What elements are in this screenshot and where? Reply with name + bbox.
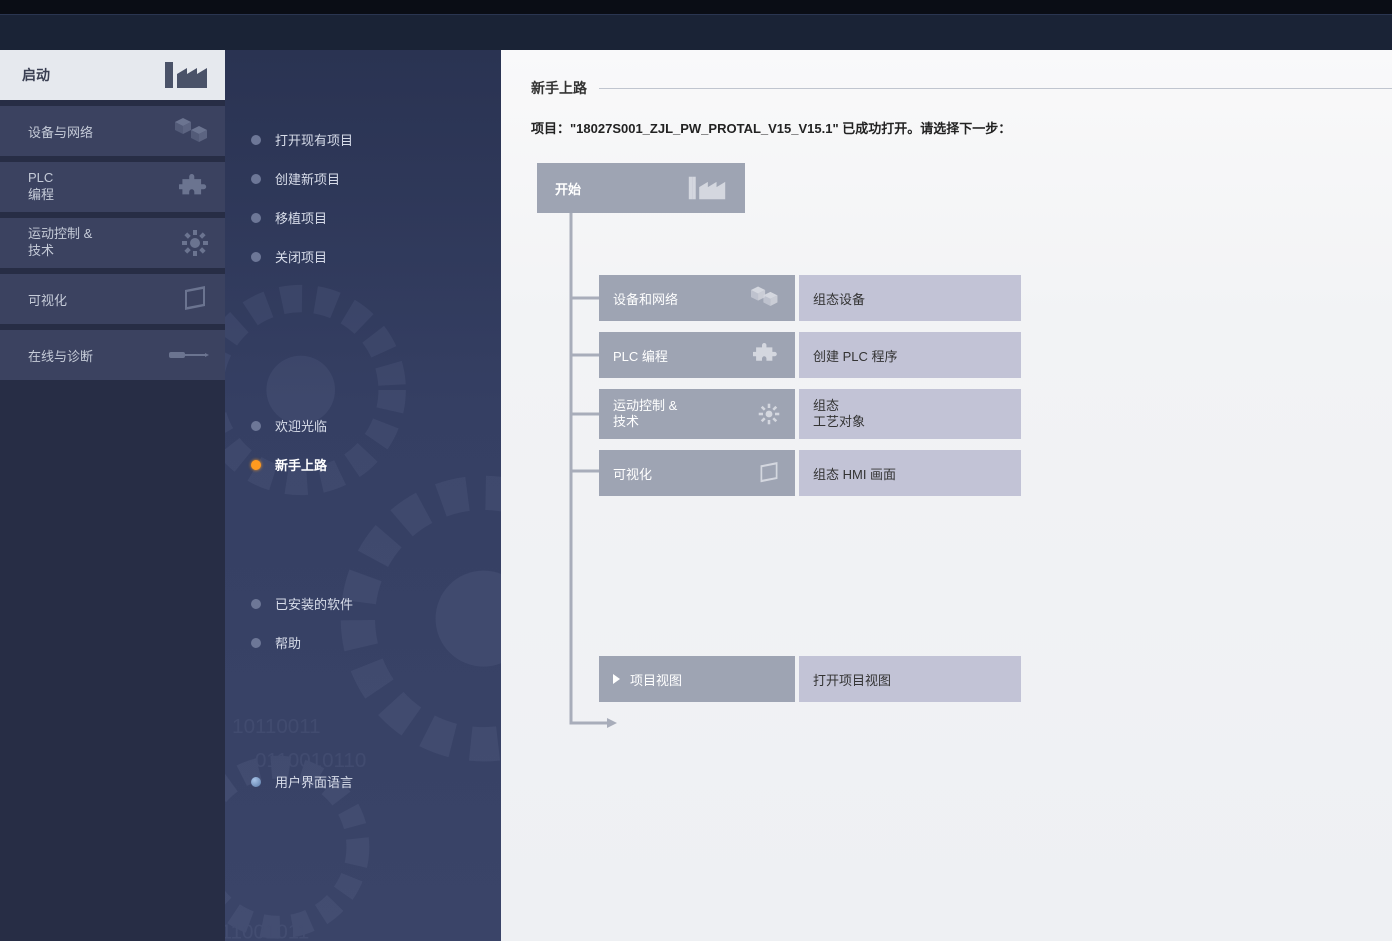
bullet-icon: [251, 638, 261, 648]
step-label: PLC 编程: [613, 346, 668, 365]
step-card-devices[interactable]: 设备和网络: [599, 275, 795, 321]
menu-label: 帮助: [275, 633, 301, 652]
sidebar-item-online[interactable]: 在线与诊断: [0, 330, 225, 380]
step-desc-visualization[interactable]: 组态 HMI 画面: [799, 450, 1021, 496]
step-card-plc[interactable]: PLC 编程: [599, 332, 795, 378]
step-label-b: 技术: [613, 414, 639, 430]
menu-close-project[interactable]: 关闭项目: [225, 237, 501, 276]
step-label: 可视化: [613, 464, 652, 483]
flow-start-label: 开始: [555, 179, 581, 198]
bullet-icon: [251, 213, 261, 223]
bullet-icon: [251, 135, 261, 145]
sidebar-item-label: 可视化: [28, 290, 67, 309]
flow-step-visualization: 可视化 组态 HMI 画面: [599, 450, 1392, 496]
step-card-visualization[interactable]: 可视化: [599, 450, 795, 496]
step-desc-motion[interactable]: 组态 工艺对象: [799, 389, 1021, 439]
sidebar-item-label: 在线与诊断: [28, 346, 93, 365]
sidebar-item-start[interactable]: 启动: [0, 50, 225, 100]
step-desc-label-a: 组态: [813, 398, 839, 414]
svg-text:11001011: 11001011: [225, 921, 309, 941]
flow-step-motion: 运动控制 & 技术 组态 工艺对象: [599, 389, 1392, 439]
sidebar-item-plc[interactable]: PLC 编程: [0, 162, 225, 212]
sidebar-item-visualization[interactable]: 可视化: [0, 274, 225, 324]
screen-icon: [181, 286, 209, 312]
cubes-icon: [751, 286, 781, 310]
bullet-icon: [251, 174, 261, 184]
bullet-icon: [251, 421, 261, 431]
bullet-active-icon: [251, 460, 261, 470]
menu-label: 关闭项目: [275, 247, 327, 266]
content-area: 新手上路 项目："18027S001_ZJL_PW_PROTAL_V15_V15…: [501, 50, 1392, 941]
divider: [599, 88, 1392, 89]
bullet-icon: [251, 599, 261, 609]
flow-step-project-view: 项目视图 打开项目视图: [599, 656, 1392, 702]
page-title: 新手上路: [531, 78, 1392, 98]
menu-new-project[interactable]: 创建新项目: [225, 159, 501, 198]
flow-start-card[interactable]: 开始: [537, 163, 745, 213]
sidebar-primary: 启动 设备与网络 PLC 编程 运动控制 & 技术 可视: [0, 50, 225, 941]
step-card-motion[interactable]: 运动控制 & 技术: [599, 389, 795, 439]
step-card-project-view[interactable]: 项目视图: [599, 656, 795, 702]
window-titlebar: [0, 0, 1392, 15]
step-label: 项目视图: [630, 670, 682, 689]
step-desc-project-view[interactable]: 打开项目视图: [799, 656, 1021, 702]
sidebar-item-motion[interactable]: 运动控制 & 技术: [0, 218, 225, 268]
factory-icon: [687, 175, 727, 201]
menu-installed-software[interactable]: 已安装的软件: [225, 584, 501, 623]
step-desc-plc[interactable]: 创建 PLC 程序: [799, 332, 1021, 378]
menu-label: 创建新项目: [275, 169, 340, 188]
menu-ui-language[interactable]: 用户界面语言: [225, 762, 501, 801]
step-label-a: 运动控制 &: [613, 398, 677, 414]
menu-welcome[interactable]: 欢迎光临: [225, 406, 501, 445]
step-desc-label: 打开项目视图: [813, 670, 891, 689]
puzzle-icon: [753, 343, 781, 367]
screwdriver-icon: [169, 345, 209, 365]
step-desc-label: 组态设备: [813, 289, 865, 308]
sidebar-item-label-b: 编程: [28, 187, 54, 204]
sidebar-item-label-b: 技术: [28, 243, 54, 260]
gear-icon: [757, 402, 781, 426]
sidebar-secondary: 10110011011001011011001011 打开现有项目 创建新项目 …: [225, 50, 501, 941]
menu-label: 用户界面语言: [275, 772, 353, 791]
step-desc-label: 创建 PLC 程序: [813, 346, 898, 365]
menu-label: 移植项目: [275, 208, 327, 227]
step-desc-devices[interactable]: 组态设备: [799, 275, 1021, 321]
first-steps-flow: 开始: [537, 163, 1392, 702]
menu-label: 欢迎光临: [275, 416, 327, 435]
menu-label: 已安装的软件: [275, 594, 353, 613]
menu-label: 新手上路: [275, 455, 327, 474]
step-desc-label-b: 工艺对象: [813, 414, 865, 430]
gear-icon: [181, 229, 209, 257]
sidebar-item-label: 启动: [22, 65, 50, 85]
menu-migrate-project[interactable]: 移植项目: [225, 198, 501, 237]
sidebar-item-label: 设备与网络: [28, 122, 93, 141]
cubes-icon: [175, 118, 209, 144]
sidebar-item-devices[interactable]: 设备与网络: [0, 106, 225, 156]
play-icon: [613, 674, 620, 684]
flow-step-plc: PLC 编程 创建 PLC 程序: [599, 332, 1392, 378]
sidebar-item-label-a: PLC: [28, 170, 53, 187]
globe-icon: [251, 777, 261, 787]
step-desc-label: 组态 HMI 画面: [813, 464, 896, 483]
screen-icon: [757, 462, 781, 484]
menu-open-project[interactable]: 打开现有项目: [225, 120, 501, 159]
sidebar-item-label-a: 运动控制 &: [28, 226, 92, 243]
menu-help[interactable]: 帮助: [225, 623, 501, 662]
project-status-message: 项目："18027S001_ZJL_PW_PROTAL_V15_V15.1" 已…: [531, 118, 1392, 137]
puzzle-icon: [179, 174, 209, 200]
bullet-icon: [251, 252, 261, 262]
menu-label: 打开现有项目: [275, 130, 353, 149]
factory-icon: [163, 60, 209, 90]
menu-first-steps[interactable]: 新手上路: [225, 445, 501, 484]
flow-step-devices: 设备和网络 组态设备: [599, 275, 1392, 321]
step-label: 设备和网络: [613, 289, 678, 308]
header: [0, 15, 1392, 50]
